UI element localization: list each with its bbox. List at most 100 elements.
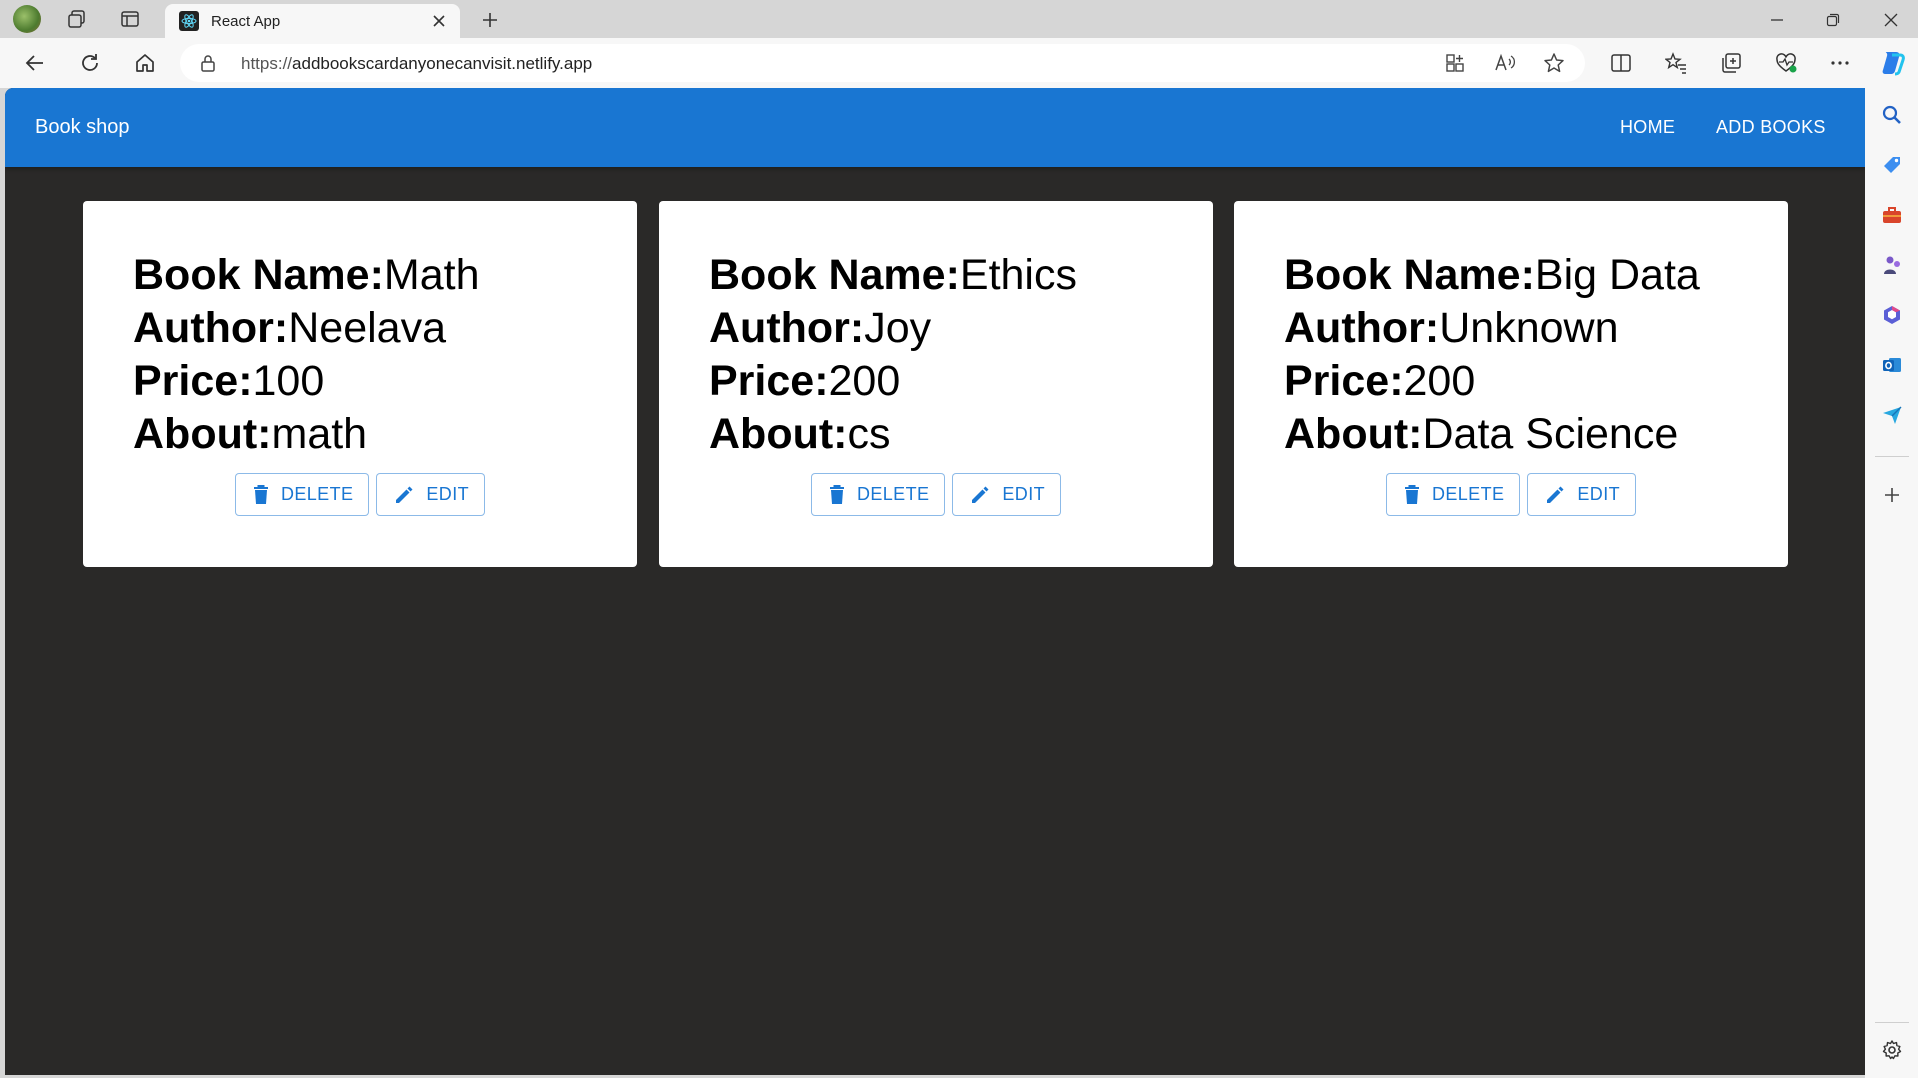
tab-title: React App bbox=[211, 12, 281, 30]
read-aloud-icon[interactable] bbox=[1492, 50, 1518, 76]
about-line: About:cs bbox=[709, 408, 1077, 461]
price-line: Price:200 bbox=[709, 355, 1077, 408]
edit-button[interactable]: EDIT bbox=[952, 473, 1062, 516]
book-name-label: Book Name: bbox=[1284, 251, 1535, 299]
price-label: Price: bbox=[133, 357, 253, 405]
favorite-star-icon[interactable] bbox=[1541, 50, 1567, 76]
book-card: Book Name:Big Data Author:Unknown Price:… bbox=[1234, 201, 1788, 567]
collections-icon[interactable] bbox=[1717, 49, 1745, 77]
copilot-icon[interactable] bbox=[1878, 49, 1906, 77]
url-text[interactable]: https://addbookscardanyonecanvisit.netli… bbox=[241, 54, 592, 74]
author-label: Author: bbox=[133, 304, 289, 352]
author-line: Author:Joy bbox=[709, 302, 1077, 355]
author-value: Joy bbox=[864, 304, 932, 352]
lock-icon[interactable] bbox=[200, 54, 216, 72]
book-details: Book Name:Math Author:Neelava Price:100 … bbox=[133, 249, 480, 461]
browser-tab-active[interactable]: React App bbox=[165, 4, 460, 38]
outlook-icon[interactable] bbox=[1878, 351, 1906, 379]
book-details: Book Name:Big Data Author:Unknown Price:… bbox=[1284, 249, 1700, 461]
refresh-icon[interactable] bbox=[76, 49, 104, 77]
pencil-icon bbox=[396, 486, 413, 503]
favorites-list-icon[interactable] bbox=[1662, 49, 1690, 77]
author-label: Author: bbox=[1284, 304, 1440, 352]
delete-button-label: DELETE bbox=[856, 484, 930, 504]
about-value: math bbox=[271, 410, 368, 458]
address-bar[interactable]: https://addbookscardanyonecanvisit.netli… bbox=[180, 44, 1585, 82]
author-label: Author: bbox=[709, 304, 865, 352]
nav-home-link[interactable]: HOME bbox=[1620, 117, 1675, 138]
close-tab-icon[interactable] bbox=[426, 8, 452, 34]
card-actions: DELETE EDIT bbox=[83, 473, 637, 516]
price-label: Price: bbox=[1284, 357, 1404, 405]
workspaces-icon[interactable] bbox=[63, 5, 91, 33]
card-actions: DELETE EDIT bbox=[1234, 473, 1788, 516]
more-options-icon[interactable] bbox=[1826, 49, 1854, 77]
price-value: 200 bbox=[828, 357, 901, 405]
profile-avatar[interactable] bbox=[13, 5, 41, 33]
price-value: 200 bbox=[1403, 357, 1476, 405]
settings-gear-icon[interactable] bbox=[1878, 1036, 1906, 1064]
edit-button-label: EDIT bbox=[1577, 484, 1621, 504]
about-line: About:math bbox=[133, 408, 480, 461]
price-line: Price:200 bbox=[1284, 355, 1700, 408]
author-value: Unknown bbox=[1439, 304, 1619, 352]
pencil-icon bbox=[972, 486, 989, 503]
shopping-tag-icon[interactable] bbox=[1878, 151, 1906, 179]
price-value: 100 bbox=[252, 357, 325, 405]
home-icon[interactable] bbox=[131, 49, 159, 77]
author-line: Author:Neelava bbox=[133, 302, 480, 355]
book-name-label: Book Name: bbox=[709, 251, 960, 299]
search-icon[interactable] bbox=[1878, 101, 1906, 129]
about-value: cs bbox=[847, 410, 891, 458]
book-name-line: Book Name:Big Data bbox=[1284, 249, 1700, 302]
book-name-value: Ethics bbox=[959, 251, 1077, 299]
price-label: Price: bbox=[709, 357, 829, 405]
delete-button[interactable]: DELETE bbox=[234, 473, 370, 516]
games-icon[interactable] bbox=[1878, 251, 1906, 279]
browser-essentials-icon[interactable] bbox=[1772, 49, 1800, 77]
restore-icon[interactable] bbox=[1813, 6, 1853, 34]
url-host: addbookscardanyonecanvisit.netlify.app bbox=[292, 54, 593, 73]
delete-button-label: DELETE bbox=[1431, 484, 1505, 504]
price-line: Price:100 bbox=[133, 355, 480, 408]
new-tab-icon[interactable] bbox=[476, 6, 504, 34]
url-protocol: https:// bbox=[241, 54, 293, 73]
sidebar-panel bbox=[1865, 88, 1918, 1078]
edit-button-label: EDIT bbox=[1002, 484, 1046, 504]
brand-title[interactable]: Book shop bbox=[35, 116, 130, 139]
book-card: Book Name:Math Author:Neelava Price:100 … bbox=[83, 201, 637, 567]
tools-briefcase-icon[interactable] bbox=[1878, 201, 1906, 229]
minimize-icon[interactable] bbox=[1757, 6, 1797, 34]
about-label: About: bbox=[1284, 410, 1423, 458]
split-screen-icon[interactable] bbox=[1607, 49, 1635, 77]
app-bar: Book shop HOME ADD BOOKS bbox=[5, 88, 1865, 167]
edit-button-label: EDIT bbox=[426, 484, 470, 504]
nav-add-books-link[interactable]: ADD BOOKS bbox=[1716, 117, 1826, 138]
edit-button[interactable]: EDIT bbox=[1527, 473, 1637, 516]
add-plus-icon[interactable] bbox=[1878, 481, 1906, 509]
app-available-icon[interactable] bbox=[1442, 50, 1468, 76]
delete-button-label: DELETE bbox=[280, 484, 354, 504]
browser-tab-strip: React App bbox=[0, 0, 1918, 38]
drop-send-icon[interactable] bbox=[1878, 401, 1906, 429]
book-name-line: Book Name:Ethics bbox=[709, 249, 1077, 302]
delete-button[interactable]: DELETE bbox=[1385, 473, 1521, 516]
author-value: Neelava bbox=[288, 304, 446, 352]
about-value: Data Science bbox=[1422, 410, 1679, 458]
book-name-value: Big Data bbox=[1534, 251, 1700, 299]
back-arrow-icon[interactable] bbox=[21, 49, 49, 77]
page-viewport: Book shop HOME ADD BOOKS Book Name:Math … bbox=[5, 88, 1865, 1075]
book-name-label: Book Name: bbox=[133, 251, 384, 299]
delete-button[interactable]: DELETE bbox=[810, 473, 946, 516]
book-name-line: Book Name:Math bbox=[133, 249, 480, 302]
author-line: Author:Unknown bbox=[1284, 302, 1700, 355]
close-window-icon[interactable] bbox=[1871, 6, 1911, 34]
book-card: Book Name:Ethics Author:Joy Price:200 Ab… bbox=[659, 201, 1213, 567]
book-details: Book Name:Ethics Author:Joy Price:200 Ab… bbox=[709, 249, 1077, 461]
tab-actions-icon[interactable] bbox=[116, 5, 144, 33]
about-line: About:Data Science bbox=[1284, 408, 1700, 461]
book-name-value: Math bbox=[383, 251, 480, 299]
sidebar-divider bbox=[1875, 1022, 1909, 1023]
microsoft-365-icon[interactable] bbox=[1878, 301, 1906, 329]
edit-button[interactable]: EDIT bbox=[376, 473, 486, 516]
